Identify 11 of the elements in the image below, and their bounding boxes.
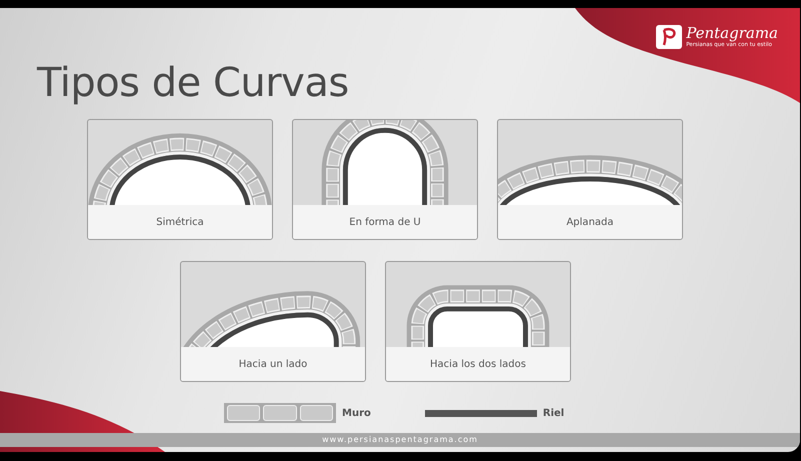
legend-label: Muro <box>342 408 371 418</box>
logo-icon <box>656 25 682 49</box>
curve-label: Aplanada <box>566 217 614 228</box>
curve-label: En forma de U <box>349 217 421 228</box>
brand-name: Pentagrama <box>686 25 778 41</box>
curve-label: Hacia un lado <box>238 359 308 370</box>
curve-label: Simétrica <box>156 217 204 228</box>
legend-label: Riel <box>542 408 564 418</box>
slide-title: Tipos de Curvas <box>37 60 350 106</box>
curve-label: Hacia los dos lados <box>430 359 526 370</box>
website-url: www.persianaspentagrama.com <box>322 435 478 444</box>
